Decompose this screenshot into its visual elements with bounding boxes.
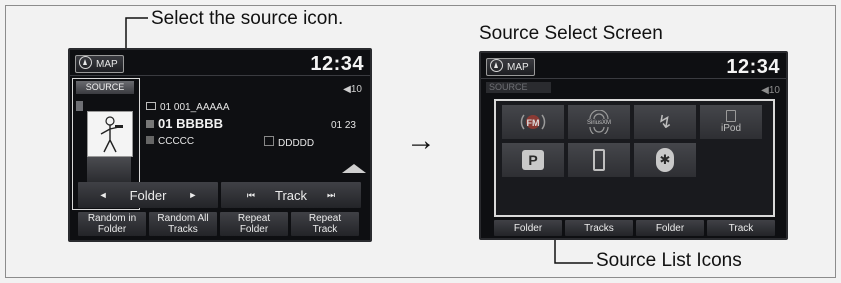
source-button-dimmed: SOURCE [486,82,551,93]
map-label: MAP [96,59,118,70]
source-button[interactable]: SOURCE [76,81,134,94]
play-mode-row: Random in Folder Random All Tracks Repeat F… [78,212,359,236]
expand-up-icon[interactable] [342,164,366,173]
album-art [87,111,133,157]
clock-2: 12:34 [726,56,780,78]
repeat-folder-button[interactable]: Repeat Folder [220,212,288,236]
svg-text:FM: FM [527,118,540,128]
track-control[interactable]: ⏮ Track ⏭ [221,182,361,208]
right-bottom-row: Folder Tracks Folder Track [494,220,775,236]
audio-screen: MAP 12:34 ◀10 SOURCE 01 001_AAAAA 01 BBB… [68,48,372,242]
folder-button-2[interactable]: Folder [636,220,704,236]
figure-frame: Select the source icon. Source Select Sc… [5,5,836,278]
repeat-track-button[interactable]: Repeat Track [291,212,359,236]
track-button[interactable]: Track [707,220,775,236]
map-button-2[interactable]: MAP [486,58,535,76]
track-icon [146,120,154,128]
album-line: DDDDD [264,136,314,149]
pandora-icon[interactable]: P [502,143,564,177]
bluetooth-icon[interactable]: ✱ [634,143,696,177]
folder-control-label: Folder [129,187,167,203]
map-button[interactable]: MAP [75,55,124,73]
volume-indicator-2: ◀10 [761,85,780,96]
folder-icon [146,102,156,110]
navigation-icon [79,56,92,69]
usb-small-icon [76,101,83,111]
smartphone-icon[interactable] [568,143,630,177]
artist-icon [146,136,154,144]
fm-radio-icon[interactable]: FM [502,105,564,139]
folder-next-icon[interactable]: ► [188,190,197,201]
siriusxm-icon[interactable]: SiriusXM [568,105,630,139]
source-select-screen-title: Source Select Screen [479,23,663,44]
folder-line: 01 001_AAAAA [146,102,230,113]
folder-prev-icon[interactable]: ◄ [99,190,108,201]
source-select-screen: MAP 12:34 SOURCE ◀10 FM SiriusXM ↯ iPod … [479,51,788,240]
folder-control[interactable]: ◄ Folder ► [78,182,218,208]
navigation-icon [490,59,503,72]
random-all-tracks-button[interactable]: Random All Tracks [149,212,217,236]
random-in-folder-button[interactable]: Random in Folder [78,212,146,236]
right-arrow-icon: → [406,124,436,157]
map-label: MAP [507,62,529,73]
clock: 12:34 [310,53,364,75]
track-time: 01 23 [330,120,356,131]
track-control-label: Track [274,187,308,203]
artist-line: CCCCC [146,136,194,147]
tracks-button[interactable]: Tracks [565,220,633,236]
select-source-annotation: Select the source icon. [151,8,344,29]
album-icon [264,136,274,146]
track-title: 01 BBBBB [146,116,223,131]
transport-row: ◄ Folder ► ⏮ Track ⏭ [78,182,361,208]
skip-back-icon[interactable]: ⏮ [247,190,255,201]
source-list-panel: FM SiriusXM ↯ iPod P ✱ [494,99,775,217]
folder-button[interactable]: Folder [494,220,562,236]
source-list-icons-annotation: Source List Icons [596,250,742,271]
skip-forward-icon[interactable]: ⏭ [327,190,335,201]
header-divider-2 [481,78,786,79]
ipod-icon[interactable]: iPod [700,105,762,139]
usb-icon[interactable]: ↯ [634,105,696,139]
header-divider [70,75,370,76]
album-art-figure-icon [100,116,123,153]
volume-indicator: ◀10 [343,84,362,95]
